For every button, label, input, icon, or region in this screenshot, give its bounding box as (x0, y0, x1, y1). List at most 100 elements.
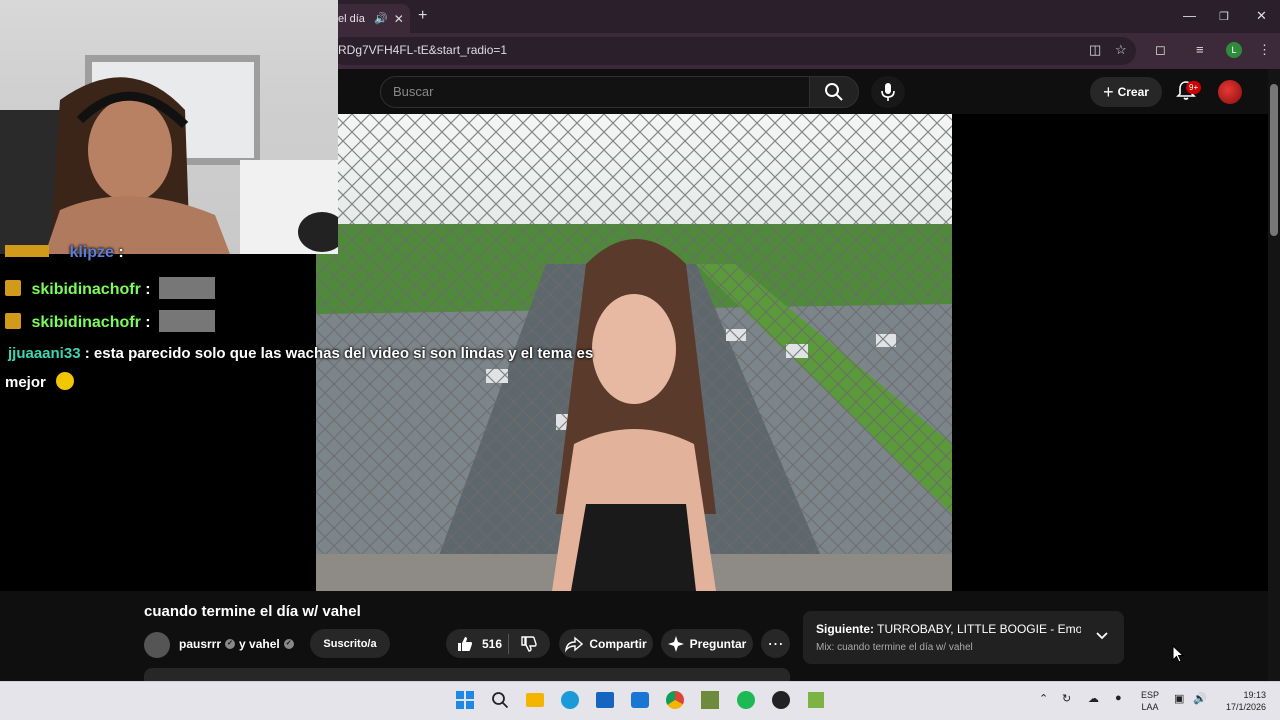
crown-badge-icon (5, 280, 21, 296)
account-avatar[interactable] (1218, 80, 1242, 104)
up-next-mix: Mix: cuando termine el día w/ vahel (816, 642, 973, 653)
webcam-image (0, 55, 338, 254)
taskbar-search-icon[interactable] (489, 689, 511, 711)
streamer-webcam (0, 0, 338, 254)
chat-username: klipze (69, 244, 114, 261)
chat-message: skibidinachofr : (5, 277, 216, 299)
chat-username: skibidinachofr (31, 314, 141, 331)
start-button-icon[interactable] (454, 689, 476, 711)
up-next-card[interactable]: Siguiente: TURROBABY, LITTLE BOOGIE - Em… (803, 611, 1124, 664)
create-label: Crear (1117, 85, 1149, 99)
spotify-icon[interactable] (735, 689, 757, 711)
minimize-icon[interactable]: — (1183, 8, 1196, 23)
network-icon[interactable]: ☁ (1088, 692, 1099, 705)
system-clock[interactable]: 19:13 17/1/2026 (1216, 689, 1266, 713)
chat-text: : (145, 281, 151, 298)
chevron-down-icon[interactable] (1095, 629, 1109, 643)
chrome-icon[interactable] (664, 689, 686, 711)
ask-label: Preguntar (689, 636, 747, 651)
emoji-icon (56, 372, 75, 390)
create-button[interactable]: + Crear (1090, 77, 1162, 107)
menu-kebab-icon[interactable]: ⋮ (1258, 42, 1271, 58)
edge-browser-icon[interactable] (559, 689, 581, 711)
chat-message: klipze : (5, 244, 124, 262)
language-indicator[interactable]: ESP LAA (1141, 689, 1159, 713)
display-icon[interactable]: ▣ (1174, 692, 1184, 705)
profile-avatar[interactable]: L (1226, 42, 1242, 58)
search-icon (825, 83, 843, 101)
ask-button[interactable]: Preguntar (661, 629, 753, 658)
scrollbar-thumb[interactable] (1270, 84, 1278, 236)
sync-icon[interactable]: ↻ (1062, 692, 1071, 705)
audio-icon[interactable]: 🔊 (374, 12, 388, 25)
store-icon[interactable] (594, 689, 616, 711)
minecraft-icon[interactable] (699, 689, 721, 711)
chat-text: : (145, 314, 151, 331)
lang-bottom: LAA (1141, 702, 1159, 712)
clock-date: 17/1/2026 (1225, 702, 1266, 712)
search-placeholder: Buscar (393, 84, 434, 99)
volume-icon[interactable]: 🔊 (1193, 692, 1207, 705)
channel-collab[interactable]: y vahel (239, 637, 280, 651)
chat-text: : esta parecido solo que las wachas del … (84, 345, 594, 362)
search-button[interactable] (809, 76, 859, 108)
browser-tab[interactable]: el día 🔊 ✕ (330, 4, 410, 33)
outlook-icon[interactable] (629, 689, 651, 711)
chat-username: jjuaaani33 (8, 345, 81, 362)
url-text[interactable]: RDg7VFH4FL-tE&start_radio=1 (338, 43, 507, 57)
extensions-icon[interactable]: ◻ (1155, 42, 1166, 58)
microphone-tray-icon[interactable]: ● (1115, 692, 1122, 704)
like-count: 516 (482, 636, 503, 651)
video-title: cuando termine el día w/ vahel (144, 603, 361, 620)
more-actions-icon[interactable]: ⋯ (761, 629, 790, 658)
install-app-icon[interactable]: ◫ (1089, 42, 1101, 58)
clock-time: 19:13 (1243, 690, 1266, 700)
up-next-prefix: Siguiente: (816, 622, 875, 636)
share-label: Compartir (589, 636, 647, 651)
verified-check-icon: ✓ (225, 639, 236, 649)
tray-overflow-icon[interactable]: ⌃ (1039, 692, 1048, 705)
voice-search-button[interactable] (871, 76, 905, 108)
restore-icon[interactable]: ❐ (1219, 10, 1229, 23)
mouse-cursor-icon (1172, 645, 1184, 663)
notification-badge: 9+ (1186, 81, 1202, 94)
subscribed-button[interactable]: Suscrito/a (310, 629, 390, 658)
video-letterbox-right (952, 114, 1268, 591)
media-control-icon[interactable]: ≡ (1196, 42, 1204, 57)
search-input[interactable] (380, 76, 810, 108)
chat-text: : (118, 244, 124, 261)
sparkle-icon (667, 635, 684, 652)
file-explorer-icon[interactable] (524, 689, 546, 711)
like-button[interactable]: 516 (446, 635, 508, 653)
like-dislike-group: 516 (446, 629, 550, 658)
channel-name[interactable]: pausrrr (179, 637, 221, 651)
plus-icon: + (1103, 81, 1114, 102)
description-box[interactable] (144, 668, 790, 681)
dislike-button[interactable] (509, 635, 549, 653)
obs-icon[interactable] (770, 689, 792, 711)
lang-top: ESP (1141, 690, 1160, 700)
emote-icon (159, 277, 216, 299)
share-button[interactable]: Compartir (559, 629, 653, 658)
emote-icon (159, 310, 216, 332)
tab-title: el día (338, 12, 365, 25)
chat-badges (5, 245, 49, 257)
channel-names[interactable]: pausrrr ✓ y vahel ✓ (179, 637, 294, 651)
chat-username: skibidinachofr (31, 281, 141, 298)
thumbs-down-icon (521, 635, 537, 652)
bookmark-star-icon[interactable]: ☆ (1115, 42, 1127, 58)
channel-avatar[interactable] (144, 632, 170, 658)
close-tab-icon[interactable]: ✕ (394, 12, 404, 26)
microphone-icon (881, 83, 895, 101)
up-next-title: Siguiente: TURROBABY, LITTLE BOOGIE - Em… (816, 622, 1081, 636)
thumbs-up-icon (458, 636, 472, 651)
game-launcher-icon[interactable] (805, 689, 827, 711)
crown-badge-icon (5, 313, 21, 329)
chat-message: jjuaaani33 : esta parecido solo que las … (8, 345, 593, 362)
share-icon (565, 635, 584, 652)
chat-message-continuation: mejor (5, 372, 75, 391)
window-close-icon[interactable]: ✕ (1256, 8, 1267, 24)
up-next-song: TURROBABY, LITTLE BOOGIE - Emotes (... (877, 622, 1081, 636)
verified-check-icon: ✓ (283, 639, 294, 649)
new-tab-icon[interactable]: + (418, 7, 427, 25)
